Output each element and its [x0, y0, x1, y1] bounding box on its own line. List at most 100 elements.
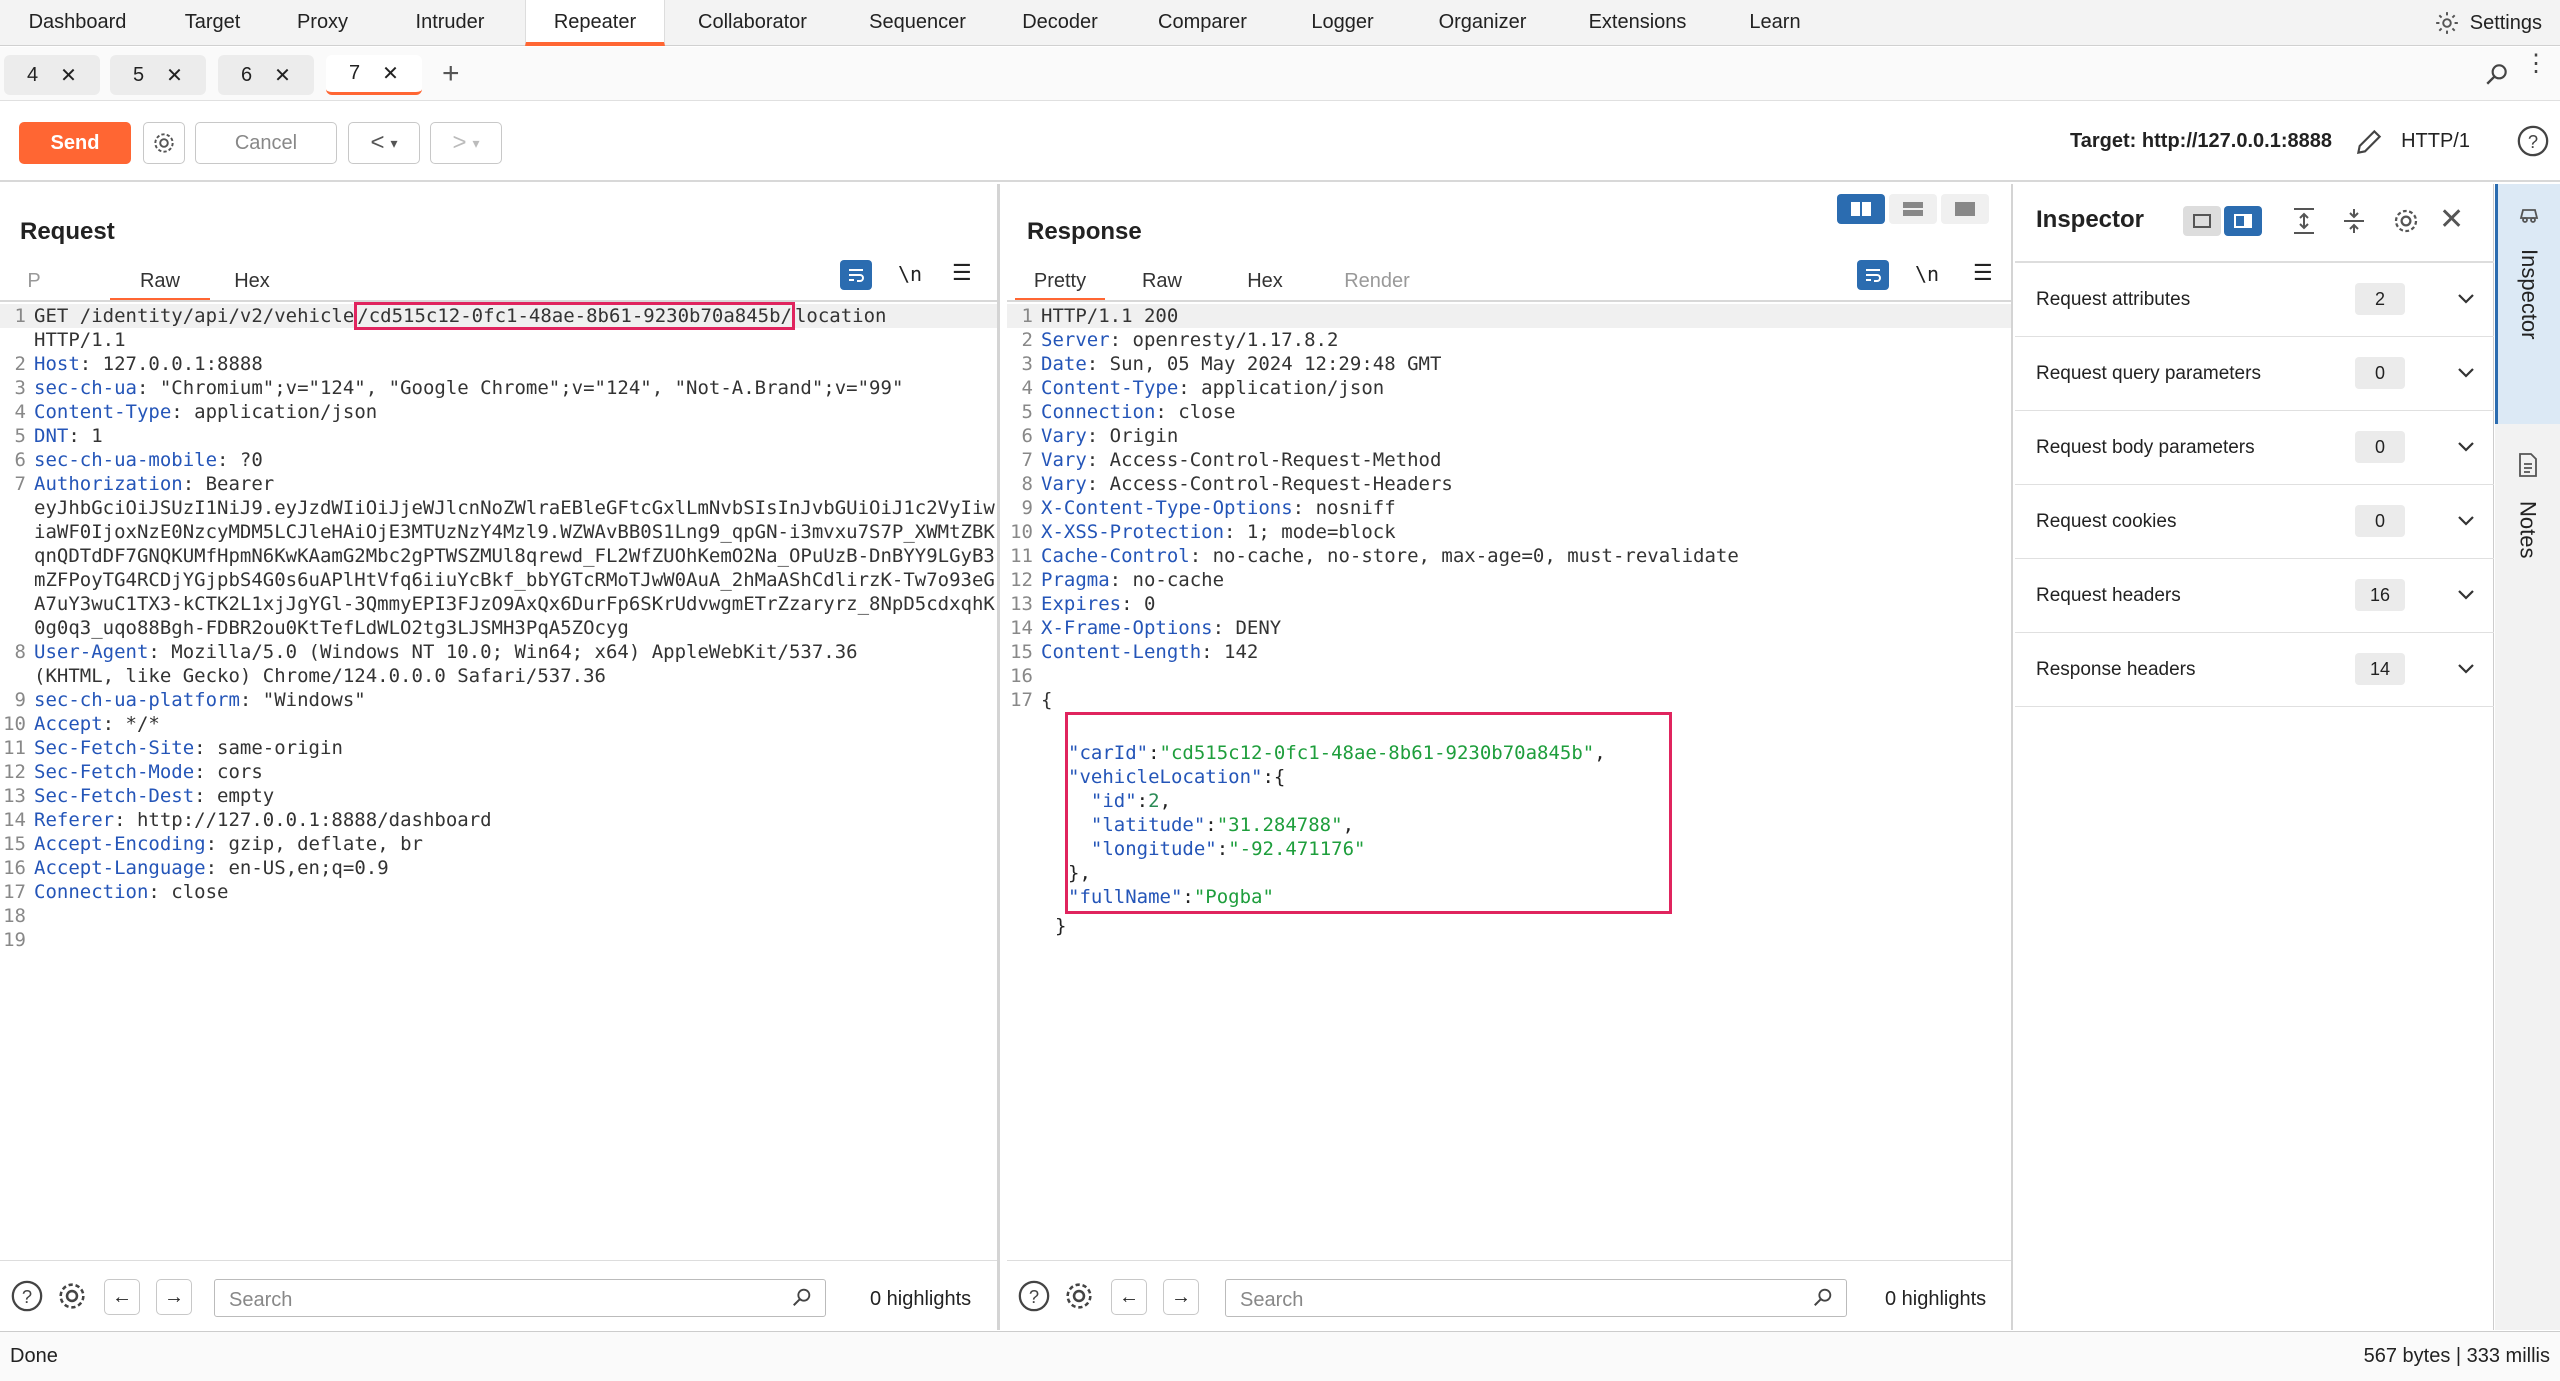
- line-content: X-Content-Type-Options: nosniff: [1041, 497, 1396, 519]
- response-editor[interactable]: 1 HTTP/1.1 200 2 Server: openresty/1.17.8.2…: [1007, 304, 2011, 1260]
- previous-match-button[interactable]: ←: [104, 1279, 140, 1315]
- chevron-down-icon[interactable]: [2455, 361, 2477, 389]
- repeater-tab[interactable]: 6 ✕: [218, 55, 314, 95]
- next-match-button[interactable]: →: [1163, 1279, 1199, 1315]
- layout-stacked-icon[interactable]: [1889, 194, 1937, 224]
- back-button[interactable]: < ▾: [348, 122, 420, 164]
- tab-hex[interactable]: Hex: [222, 266, 282, 302]
- nav-tab-extensions[interactable]: Extensions: [1565, 0, 1710, 46]
- help-icon[interactable]: ?: [10, 1279, 46, 1315]
- layout-tabs-icon[interactable]: [1941, 194, 1989, 224]
- nav-tab-dashboard[interactable]: Dashboard: [0, 0, 155, 46]
- response-line: 1 HTTP/1.1 200: [1007, 304, 2011, 328]
- nav-tab-comparer[interactable]: Comparer: [1125, 0, 1280, 46]
- tab-render[interactable]: Render: [1327, 266, 1427, 302]
- previous-match-button[interactable]: ←: [1111, 1279, 1147, 1315]
- nav-tab-logger[interactable]: Logger: [1285, 0, 1400, 46]
- header-name: Sec-Fetch-Mode: [34, 761, 195, 783]
- nav-tab-collaborator[interactable]: Collaborator: [670, 0, 835, 46]
- settings-button[interactable]: Settings: [2434, 0, 2542, 46]
- nav-tab-target[interactable]: Target: [160, 0, 265, 46]
- collapse-all-icon[interactable]: [2341, 206, 2367, 241]
- repeater-tab[interactable]: 4 ✕: [4, 55, 100, 95]
- repeater-tab-active[interactable]: 7 ✕: [326, 55, 422, 95]
- add-tab-icon[interactable]: +: [442, 57, 460, 91]
- nav-tab-proxy[interactable]: Proxy: [270, 0, 375, 46]
- inspector-layout-list-icon[interactable]: [2183, 206, 2221, 236]
- chevron-down-icon[interactable]: [2455, 657, 2477, 685]
- help-icon[interactable]: ?: [1017, 1279, 1053, 1315]
- header-value: 1: [79, 425, 103, 447]
- inspector-layout-side-icon[interactable]: [2224, 206, 2262, 236]
- dropdown-icon[interactable]: ▾: [390, 135, 397, 152]
- tab-pretty[interactable]: Pretty: [1015, 266, 1105, 302]
- protocol-label[interactable]: HTTP/1: [2401, 130, 2470, 153]
- search-input[interactable]: Search: [214, 1279, 826, 1317]
- line-content: HTTP/1.1 200: [1041, 305, 1179, 327]
- chevron-down-icon[interactable]: [2455, 287, 2477, 315]
- edit-target-icon[interactable]: [2353, 126, 2385, 163]
- gear-icon[interactable]: [2391, 206, 2421, 241]
- header-name: Content-Type: [34, 401, 172, 423]
- nav-tab-intruder[interactable]: Intruder: [380, 0, 520, 46]
- close-icon[interactable]: ✕: [382, 61, 399, 86]
- inspector-section[interactable]: Response headers 14: [2015, 633, 2494, 707]
- menu-icon[interactable]: ☰: [952, 260, 972, 286]
- chevron-down-icon[interactable]: [2455, 583, 2477, 611]
- tab-raw[interactable]: Raw: [1127, 266, 1197, 302]
- inspector-section[interactable]: Request headers 16: [2015, 559, 2494, 633]
- close-icon[interactable]: ✕: [60, 63, 77, 88]
- response-line: 16: [1007, 664, 2011, 688]
- wrap-lines-icon[interactable]: [840, 260, 872, 290]
- nav-tab-repeater[interactable]: Repeater: [525, 0, 665, 46]
- inspector-section[interactable]: Request body parameters 0: [2015, 411, 2494, 485]
- inspector-section[interactable]: Request query parameters 0: [2015, 337, 2494, 411]
- nav-tab-sequencer[interactable]: Sequencer: [840, 0, 995, 46]
- inspector-section-label: Request attributes: [2036, 289, 2191, 310]
- help-icon[interactable]: ?: [2516, 124, 2550, 163]
- nav-tab-organizer[interactable]: Organizer: [1405, 0, 1560, 46]
- chevron-down-icon[interactable]: [2455, 509, 2477, 537]
- menu-icon[interactable]: ☰: [1973, 260, 1993, 286]
- json-key: "fullName": [1068, 886, 1183, 908]
- cancel-button[interactable]: Cancel: [195, 122, 337, 164]
- send-settings-button[interactable]: [143, 122, 185, 164]
- tab-raw[interactable]: Raw: [110, 266, 210, 302]
- request-editor[interactable]: 1 GET /identity/api/v2/vehicle/cd515c12-0…: [0, 302, 997, 1260]
- close-icon[interactable]: ✕: [274, 63, 291, 88]
- request-line: 15 Accept-Encoding: gzip, deflate, br: [0, 832, 997, 856]
- search-icon[interactable]: [2484, 61, 2510, 92]
- header-name: Connection: [34, 881, 149, 903]
- close-icon[interactable]: ✕: [2439, 202, 2464, 237]
- nav-tab-decoder[interactable]: Decoder: [1000, 0, 1120, 46]
- tab-pretty[interactable]: P: [24, 266, 44, 302]
- nav-tab-learn[interactable]: Learn: [1715, 0, 1835, 46]
- chevron-down-icon[interactable]: [2455, 435, 2477, 463]
- inspector-section[interactable]: Request cookies 0: [2015, 485, 2494, 559]
- more-icon[interactable]: ⋮: [2524, 52, 2548, 76]
- dropdown-icon[interactable]: ▾: [472, 135, 479, 152]
- wrap-lines-icon[interactable]: [1857, 260, 1889, 290]
- gear-icon[interactable]: [1062, 1279, 1098, 1315]
- line-number: 7: [1021, 449, 1033, 471]
- search-input[interactable]: Search: [1225, 1279, 1847, 1317]
- send-button[interactable]: Send: [19, 122, 131, 164]
- expand-all-icon[interactable]: [2291, 206, 2317, 241]
- line-content: Expires: 0: [1041, 593, 1156, 615]
- forward-button[interactable]: > ▾: [430, 122, 502, 164]
- line-content: Vary: Access-Control-Request-Headers: [1041, 473, 1453, 495]
- gear-icon[interactable]: [55, 1279, 91, 1315]
- layout-side-by-side-icon[interactable]: [1837, 194, 1885, 224]
- newline-toggle[interactable]: \n: [898, 262, 922, 286]
- tab-hex[interactable]: Hex: [1235, 266, 1295, 302]
- status-text: Done: [10, 1345, 58, 1367]
- request-line: 17 Connection: close: [0, 880, 997, 904]
- newline-toggle[interactable]: \n: [1915, 262, 1939, 286]
- sidebar-tab-inspector[interactable]: Inspector: [2495, 184, 2560, 424]
- sidebar-tab-notes[interactable]: Notes: [2495, 434, 2560, 654]
- inspector-section[interactable]: Request attributes 2: [2015, 263, 2494, 337]
- repeater-tab[interactable]: 5 ✕: [110, 55, 206, 95]
- request-line: 10 Accept: */*: [0, 712, 997, 736]
- next-match-button[interactable]: →: [156, 1279, 192, 1315]
- close-icon[interactable]: ✕: [166, 63, 183, 88]
